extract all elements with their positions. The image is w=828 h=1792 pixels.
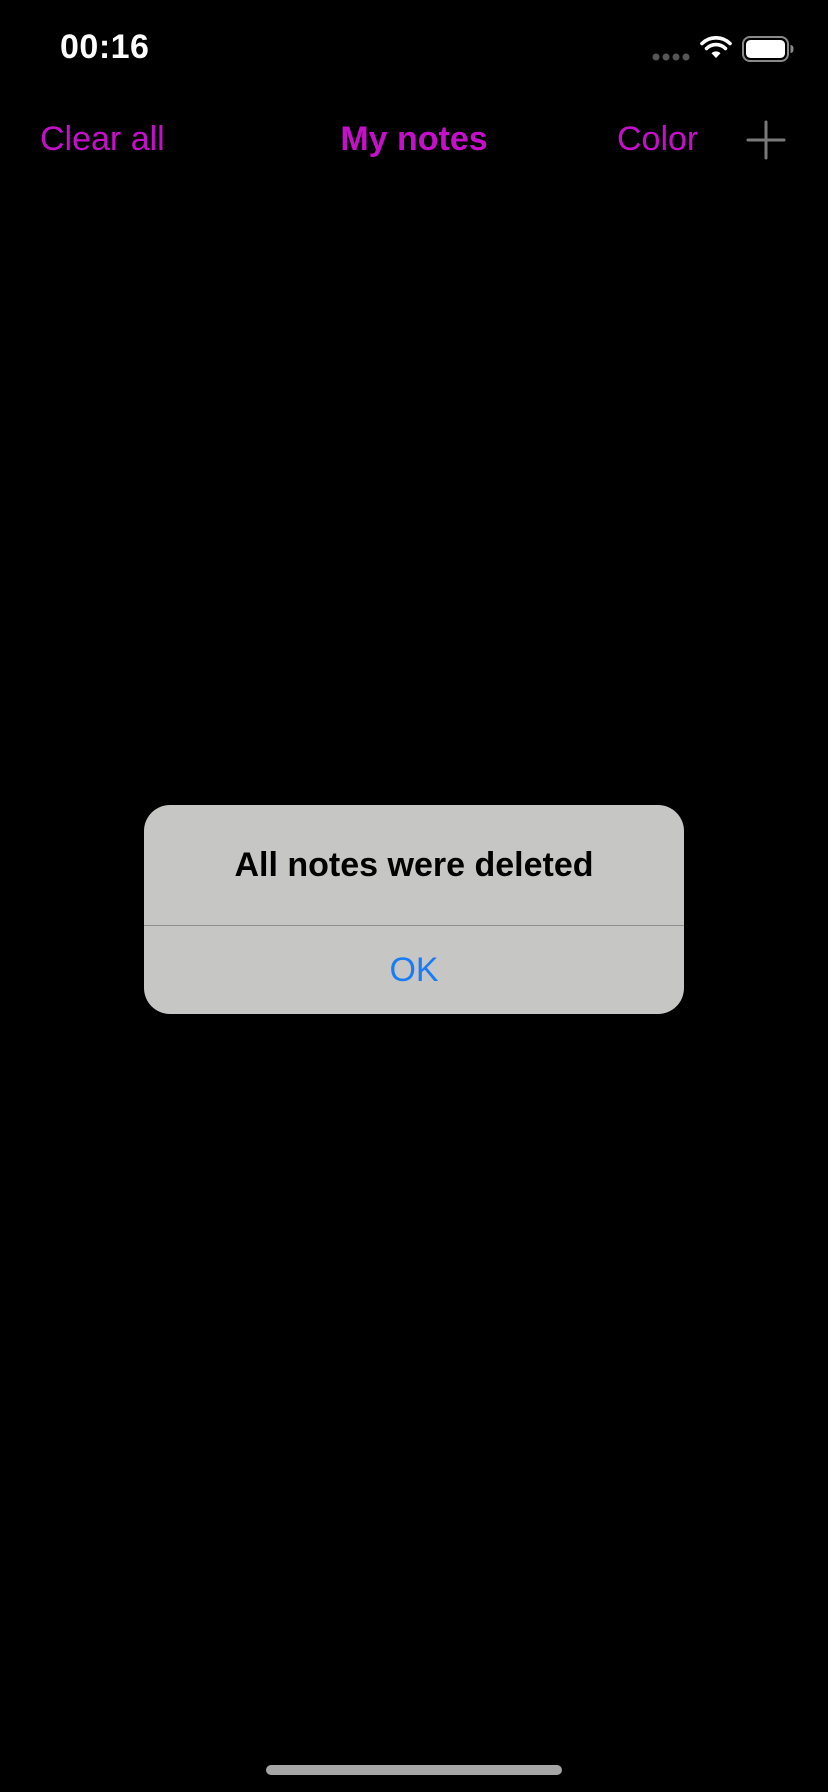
navigation-bar: Clear all My notes Color: [0, 100, 828, 180]
status-bar: 00:16: [0, 0, 828, 100]
plus-icon: [746, 120, 786, 160]
color-button[interactable]: Color: [617, 120, 698, 159]
page-title: My notes: [340, 120, 488, 158]
battery-icon: [742, 36, 794, 62]
ok-button[interactable]: OK: [144, 926, 684, 1014]
wifi-icon: [700, 36, 732, 58]
status-time: 00:16: [60, 28, 150, 66]
alert-dialog: All notes were deleted OK: [144, 805, 684, 1014]
alert-title: All notes were deleted: [234, 846, 594, 884]
home-indicator[interactable]: [266, 1765, 562, 1775]
add-note-button[interactable]: [744, 118, 788, 162]
signal-icon: [652, 53, 690, 61]
